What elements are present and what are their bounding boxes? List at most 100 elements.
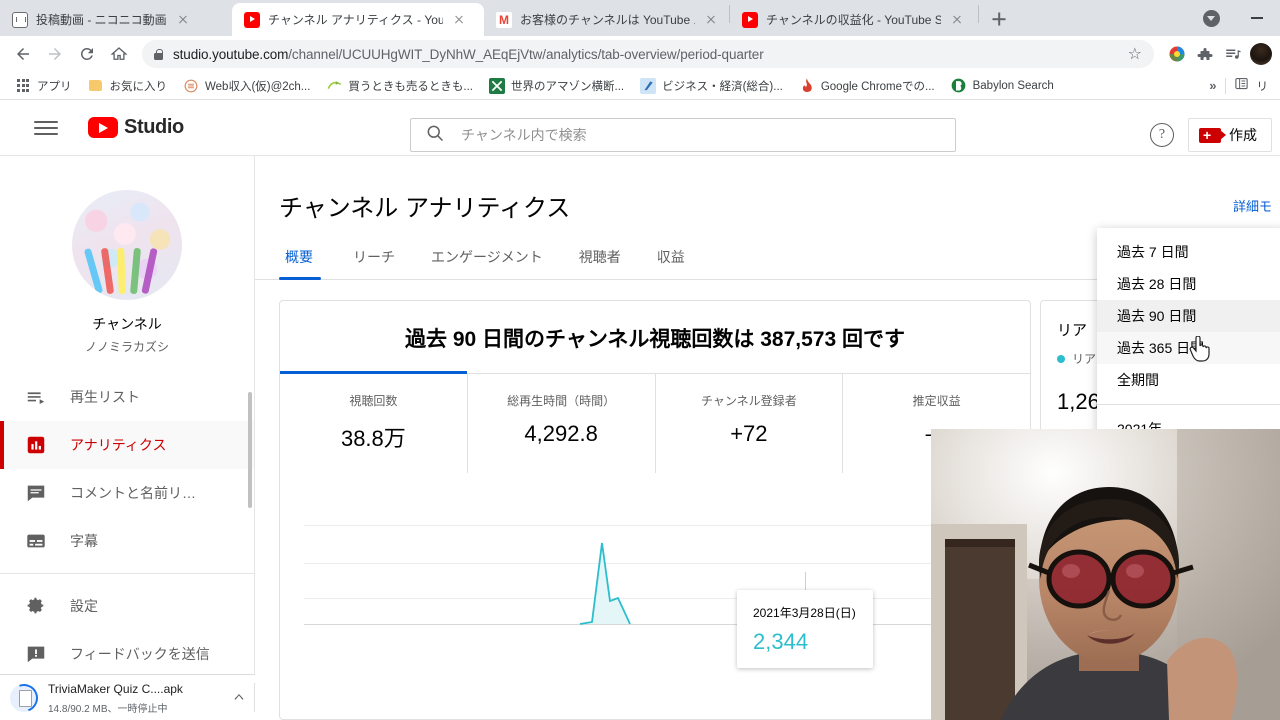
create-button[interactable]: 作成	[1188, 118, 1272, 152]
youtube-icon	[742, 11, 758, 28]
browser-tab[interactable]: チャンネルの収益化 - YouTube Stud	[730, 3, 978, 36]
metric-value: +72	[730, 421, 768, 446]
chart-series	[579, 542, 1030, 625]
mouse-cursor-icon	[1189, 335, 1211, 362]
tab-search-button[interactable]	[1188, 0, 1234, 36]
card-headline: 過去 90 日間のチャンネル視聴回数は 387,573 回です	[405, 328, 905, 351]
sidebar-item-analytics[interactable]: アナリティクス	[0, 421, 254, 469]
bookmark-star-icon[interactable]: ☆	[1128, 44, 1142, 64]
divider	[1224, 77, 1226, 94]
address-bar[interactable]: studio.youtube.com/channel/UCUUHgWIT_DyN…	[142, 40, 1154, 68]
browser-tab[interactable]: お客様のチャンネルは YouTube パー	[484, 3, 729, 36]
url-domain: studio.youtube.com	[173, 46, 289, 62]
studio-header-actions: ? 作成	[1150, 118, 1272, 152]
gmail-icon	[496, 11, 512, 28]
bookmark-item[interactable]: Web収入(仮)@2ch...	[176, 75, 317, 97]
sidebar-item-subtitles[interactable]: 字幕	[0, 517, 254, 565]
metric-subscribers[interactable]: チャンネル登録者 +72	[656, 374, 844, 473]
menu-item-last-28-days[interactable]: 過去 28 日間	[1097, 268, 1280, 300]
tab-reach[interactable]: リーチ	[335, 247, 413, 279]
new-tab-button[interactable]	[985, 5, 1013, 33]
divider	[0, 573, 254, 574]
overview-card: 過去 90 日間のチャンネル視聴回数は 387,573 回です 視聴回数 38.…	[279, 300, 1031, 720]
bookmarks-bar: アプリ お気に入り Web収入(仮)@2ch... 買うときも売るときも... …	[0, 72, 1280, 100]
sidebar-item-label: アナリティクス	[70, 437, 167, 453]
studio-logo-text: Studio	[124, 116, 184, 138]
bookmark-item[interactable]: ビジネス・経済(総合)...	[633, 75, 790, 97]
search-icon	[425, 123, 445, 148]
bookmark-label: ビジネス・経済(総合)...	[662, 80, 783, 93]
bookmark-item[interactable]: 世界のアマゾン横断...	[482, 75, 631, 97]
sidebar-item-feedback[interactable]: フィードバックを送信	[0, 630, 254, 678]
playlist-extension-icon[interactable]	[1222, 43, 1244, 65]
colorful-extension-icon[interactable]	[1166, 43, 1188, 65]
browser-tab[interactable]: 投稿動画 - ニコニコ動画	[0, 3, 232, 36]
profile-avatar[interactable]	[1250, 43, 1272, 65]
tooltip-stem	[805, 572, 806, 590]
home-button[interactable]	[104, 39, 134, 69]
bookmark-item[interactable]: Google Chromeでの...	[792, 75, 942, 97]
metric-label: 推定収益	[912, 394, 961, 408]
bookmark-favorites[interactable]: お気に入り	[81, 75, 175, 97]
close-icon[interactable]	[451, 12, 467, 28]
gear-icon	[24, 594, 48, 618]
channel-name: ノノミラカズシ	[84, 340, 169, 354]
tab-engagement[interactable]: エンゲージメント	[413, 247, 561, 279]
tab-label: 概要	[285, 249, 313, 265]
reading-list-icon[interactable]	[1234, 76, 1249, 96]
menu-item-last-90-days[interactable]: 過去 90 日間	[1097, 300, 1280, 332]
close-icon[interactable]	[175, 12, 191, 28]
menu-icon[interactable]	[34, 116, 58, 140]
tab-title: チャンネル アナリティクス - YouTube S	[268, 13, 443, 27]
forward-button[interactable]	[40, 39, 70, 69]
sidebar-item-playlists[interactable]: 再生リスト	[0, 373, 254, 421]
advanced-mode-link[interactable]: 詳細モ	[1233, 196, 1272, 215]
search-placeholder: チャンネル内で検索	[461, 127, 587, 143]
minimize-button[interactable]	[1234, 0, 1280, 36]
tab-strip: 投稿動画 - ニコニコ動画 チャンネル アナリティクス - YouTube S …	[0, 0, 1280, 36]
help-icon[interactable]: ?	[1150, 123, 1174, 147]
chart-tooltip: 2021年3月28日(日) 2,344	[737, 590, 873, 668]
menu-item-last-7-days[interactable]: 過去 7 日間	[1097, 236, 1280, 268]
divider	[1097, 404, 1280, 405]
sidebar-item-settings[interactable]: 設定	[0, 582, 254, 630]
bookmark-item[interactable]: Babylon Search	[944, 75, 1061, 97]
sidebar-item-comments[interactable]: コメントと名前リ…	[0, 469, 254, 517]
window-controls	[1188, 0, 1280, 36]
tab-overview[interactable]: 概要	[279, 247, 335, 280]
download-status: 14.8/90.2 MB、一時停止中	[48, 704, 168, 715]
bookmark-label: 買うときも売るときも...	[348, 80, 473, 93]
bookmark-label: Babylon Search	[972, 79, 1054, 92]
metric-watch-time[interactable]: 総再生時間（時間） 4,292.8	[468, 374, 656, 473]
sidebar-scrollbar[interactable]	[248, 392, 252, 508]
puzzle-extension-icon[interactable]	[1194, 43, 1216, 65]
close-icon[interactable]	[949, 12, 965, 28]
menu-item-lifetime[interactable]: 全期間	[1097, 364, 1280, 396]
tab-audience[interactable]: 視聴者	[561, 247, 639, 279]
back-button[interactable]	[8, 39, 38, 69]
chevron-up-icon[interactable]	[233, 690, 245, 705]
create-label: 作成	[1229, 127, 1257, 143]
bookmark-item[interactable]: 買うときも売るときも...	[319, 75, 480, 97]
metric-views[interactable]: 視聴回数 38.8万	[280, 371, 468, 473]
browser-tab-active[interactable]: チャンネル アナリティクス - YouTube S	[232, 3, 484, 36]
toolbar-extensions	[1162, 43, 1272, 65]
views-line-chart[interactable]	[280, 473, 1030, 683]
reload-button[interactable]	[72, 39, 102, 69]
close-icon[interactable]	[703, 12, 719, 28]
bookmarks-overflow-button[interactable]: »	[1209, 78, 1216, 93]
avatar[interactable]	[72, 190, 182, 300]
tab-label: 視聴者	[578, 249, 621, 265]
bookmark-apps[interactable]: アプリ	[8, 75, 79, 97]
metric-label: チャンネル登録者	[701, 394, 797, 408]
url-path: /channel/UCUUHgWIT_DyNhW_AEqEjVtw/analyt…	[288, 46, 764, 62]
download-bar-item[interactable]: TriviaMaker Quiz C....apk 14.8/90.2 MB、一…	[0, 674, 255, 720]
tab-revenue[interactable]: 収益	[639, 247, 703, 279]
minimize-icon	[1251, 17, 1263, 19]
search-input[interactable]: チャンネル内で検索	[410, 118, 956, 152]
tab-divider	[978, 5, 979, 23]
sidebar-item-label: 字幕	[70, 533, 98, 549]
subtitles-icon	[24, 529, 48, 553]
divider	[254, 683, 255, 712]
studio-logo[interactable]: Studio	[88, 116, 184, 139]
